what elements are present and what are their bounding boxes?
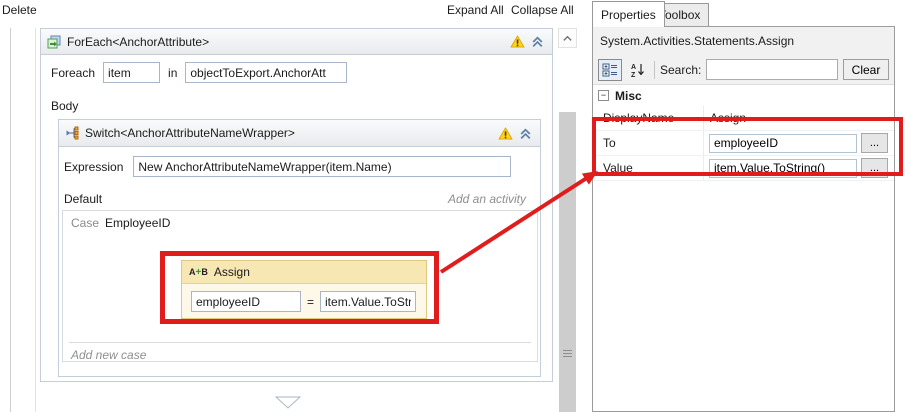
add-new-case-hint[interactable]: Add new case xyxy=(71,348,146,362)
assign-ab-icon: A+B xyxy=(189,266,208,278)
svg-text:Z: Z xyxy=(631,72,636,78)
expand-all-link[interactable]: Expand All xyxy=(447,3,504,17)
to-ellipsis-button[interactable]: ... xyxy=(861,133,888,153)
switch-activity: Switch<AnchorAttributeNameWrapper> Expre… xyxy=(58,119,541,377)
collapse-chevron-icon[interactable] xyxy=(531,35,544,48)
misc-category-row: − Misc xyxy=(593,85,894,106)
properties-panel: System.Activities.Statements.Assign A Z xyxy=(592,26,895,412)
collapse-chevron-icon[interactable] xyxy=(519,127,532,140)
property-row-to: To ... xyxy=(593,131,894,156)
tab-properties-label: Properties xyxy=(601,7,656,22)
switch-activity-header[interactable]: Switch<AnchorAttributeNameWrapper> xyxy=(59,120,540,147)
tab-properties[interactable]: Properties xyxy=(592,1,665,27)
case-name-label: EmployeeID xyxy=(105,216,171,230)
assign-to-input[interactable] xyxy=(191,291,301,312)
workflow-designer-screen: Delete Expand All Collapse All ForEach<A… xyxy=(0,0,908,412)
collapse-expander-icon[interactable]: − xyxy=(598,90,609,101)
warning-icon xyxy=(498,126,513,140)
collapse-all-link[interactable]: Collapse All xyxy=(511,3,574,17)
assign-body: = xyxy=(182,284,426,319)
expression-label: Expression xyxy=(64,159,124,174)
scrollbar-thumb[interactable] xyxy=(559,112,576,412)
delete-menu-item[interactable]: Delete xyxy=(2,3,37,17)
value-ellipsis-button[interactable]: ... xyxy=(861,158,888,178)
properties-toolbar: A Z Search: Clear xyxy=(593,55,894,85)
add-activity-hint[interactable]: Add an activity xyxy=(448,192,526,206)
default-label: Default xyxy=(64,192,103,206)
misc-category-label: Misc xyxy=(615,88,642,103)
case-keyword-label: Case xyxy=(71,216,100,230)
property-row-value: Value ... xyxy=(593,156,894,181)
value-property-input[interactable] xyxy=(709,158,857,178)
case-header-row[interactable]: Case EmployeeID xyxy=(63,211,537,235)
selected-activity-type-label: System.Activities.Statements.Assign xyxy=(600,34,795,48)
categorized-view-icon xyxy=(602,63,617,76)
foreach-expression-row: Foreach in xyxy=(51,62,348,83)
switch-case-container: Case EmployeeID A+B Assign = xyxy=(62,210,538,362)
switch-expression-row: Expression xyxy=(64,156,512,177)
property-value-text: Assign xyxy=(710,111,747,125)
switch-default-row: Default Add an activity xyxy=(64,192,526,206)
property-name: Value xyxy=(593,156,704,180)
tab-toolbox-label: Toolbox xyxy=(659,8,701,22)
scrollbar-grip xyxy=(563,350,572,359)
switch-expression-input[interactable] xyxy=(133,156,512,177)
foreach-activity-header[interactable]: ForEach<AnchorAttribute> xyxy=(41,29,552,55)
foreach-collection-input[interactable] xyxy=(185,62,348,83)
equals-label: = xyxy=(307,294,315,309)
search-label: Search: xyxy=(660,62,702,77)
left-guide-line xyxy=(10,28,11,412)
scrollbar-up-arrow[interactable] xyxy=(558,28,577,48)
assign-value-input[interactable] xyxy=(320,291,417,312)
foreach-title: ForEach<AnchorAttribute> xyxy=(67,34,210,49)
foreach-item-input[interactable] xyxy=(103,62,161,83)
foreach-activity: ForEach<AnchorAttribute> Foreach in xyxy=(40,28,553,382)
warning-icon xyxy=(510,35,525,48)
categorize-button[interactable] xyxy=(598,58,622,81)
selected-activity-type: System.Activities.Statements.Assign xyxy=(593,27,894,55)
sort-az-icon: A Z xyxy=(631,63,644,78)
body-label: Body xyxy=(51,99,79,113)
case-divider xyxy=(69,342,531,343)
toolbar-separator xyxy=(654,60,655,79)
container-edge-line xyxy=(35,28,36,412)
flow-drop-triangle-icon xyxy=(275,396,301,410)
sort-alphabetical-button[interactable]: A Z xyxy=(627,59,649,81)
assign-activity[interactable]: A+B Assign = xyxy=(181,260,427,319)
property-name: DisplayName xyxy=(593,106,704,130)
foreach-icon xyxy=(47,35,61,49)
designer-scrollbar xyxy=(558,28,577,412)
switch-title: Switch<AnchorAttributeNameWrapper> xyxy=(85,126,295,140)
property-row-displayname: DisplayName Assign xyxy=(593,106,894,131)
search-input[interactable] xyxy=(706,59,838,80)
assign-activity-header[interactable]: A+B Assign xyxy=(182,261,426,284)
in-keyword-label: in xyxy=(168,65,178,80)
switch-icon xyxy=(65,126,79,140)
to-property-input[interactable] xyxy=(709,133,857,153)
property-name: To xyxy=(593,131,704,155)
svg-text:A: A xyxy=(631,64,636,71)
assign-title: Assign xyxy=(213,265,250,279)
foreach-keyword-label: Foreach xyxy=(51,65,96,80)
clear-button[interactable]: Clear xyxy=(843,59,889,80)
